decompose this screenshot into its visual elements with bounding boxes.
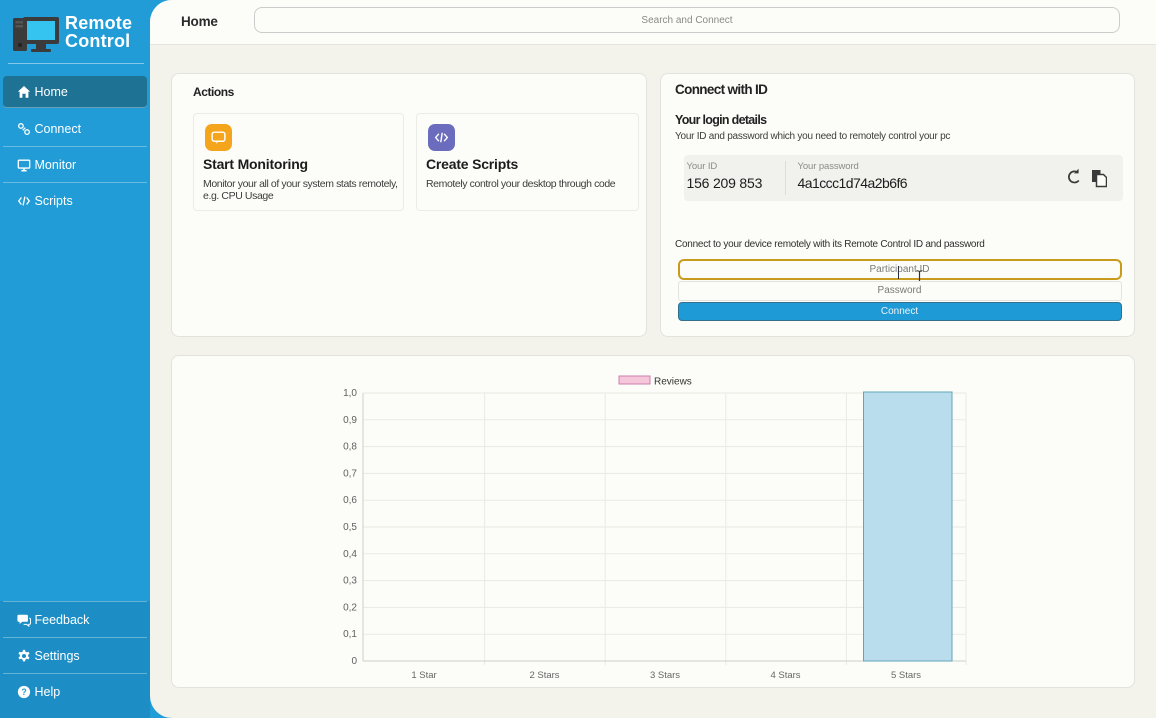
svg-text:?: ? — [21, 687, 26, 697]
svg-text:5 Stars: 5 Stars — [891, 670, 921, 681]
svg-text:0,7: 0,7 — [343, 468, 357, 479]
svg-text:0,8: 0,8 — [343, 442, 357, 453]
svg-text:Reviews: Reviews — [654, 377, 692, 388]
svg-text:4 Stars: 4 Stars — [770, 670, 800, 681]
svg-text:1 Star: 1 Star — [411, 670, 436, 681]
svg-text:0,4: 0,4 — [343, 549, 357, 560]
svg-text:0,3: 0,3 — [343, 576, 357, 587]
svg-text:1,0: 1,0 — [343, 388, 357, 399]
svg-text:3 Stars: 3 Stars — [650, 670, 680, 681]
svg-text:0,5: 0,5 — [343, 522, 357, 533]
svg-text:0,6: 0,6 — [343, 495, 357, 506]
svg-text:0,9: 0,9 — [343, 415, 357, 426]
svg-text:0,2: 0,2 — [343, 602, 357, 613]
svg-text:0: 0 — [351, 656, 357, 667]
svg-text:0,1: 0,1 — [343, 629, 357, 640]
svg-text:2 Stars: 2 Stars — [529, 670, 559, 681]
